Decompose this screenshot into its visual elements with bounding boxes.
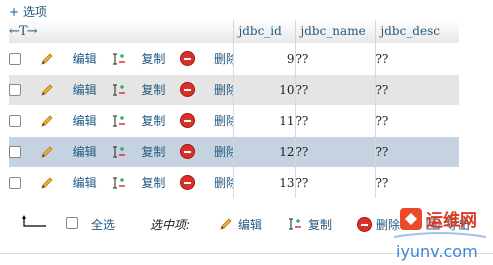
copy-icon[interactable] xyxy=(112,114,126,128)
cell-jdbc-name: ?? xyxy=(294,104,375,136)
cell-jdbc-desc: ?? xyxy=(374,135,459,167)
cell-jdbc-desc: ?? xyxy=(374,166,459,198)
row-checkbox[interactable] xyxy=(9,114,21,127)
column-header-jdbc-desc[interactable]: jdbc_desc xyxy=(374,20,459,43)
pencil-icon[interactable] xyxy=(40,52,54,66)
row-actions: 编辑 复制 删除 xyxy=(9,166,233,198)
select-all-checkbox[interactable] xyxy=(66,217,78,229)
pencil-icon[interactable] xyxy=(40,83,54,97)
cell-jdbc-id: 10 xyxy=(232,73,295,105)
row-actions: 编辑 复制 删除 xyxy=(9,73,233,105)
cell-jdbc-name: ?? xyxy=(294,73,375,105)
copy-link[interactable]: 复制 xyxy=(141,145,165,159)
column-arrows-icon[interactable]: ←T→ xyxy=(9,24,37,39)
delete-link[interactable]: 删除 xyxy=(214,52,233,66)
footer-copy-button[interactable]: 复制 xyxy=(308,216,332,233)
cell-jdbc-name: ?? xyxy=(294,135,375,167)
column-header-jdbc-name[interactable]: jdbc_name xyxy=(294,20,375,43)
delete-link[interactable]: 删除 xyxy=(214,176,233,190)
with-selected-label: 选中项: xyxy=(150,218,191,232)
table-row[interactable]: 编辑 复制 删除 12 ?? ?? xyxy=(9,135,459,167)
edit-link[interactable]: 编辑 xyxy=(73,145,97,159)
edit-link[interactable]: 编辑 xyxy=(73,52,97,66)
copy-link[interactable]: 复制 xyxy=(141,83,165,97)
table-row[interactable]: 编辑 复制 删除 10 ?? ?? xyxy=(9,73,459,105)
edit-link[interactable]: 编辑 xyxy=(73,176,97,190)
row-actions: 编辑 复制 删除 xyxy=(9,42,233,74)
row-checkbox[interactable] xyxy=(9,145,21,158)
column-arrows-header[interactable]: ←T→ ▼ xyxy=(9,20,233,43)
table-row[interactable]: 编辑 复制 删除 11 ?? ?? xyxy=(9,104,459,136)
footer-edit-button[interactable]: 编辑 xyxy=(238,216,262,233)
copy-link[interactable]: 复制 xyxy=(141,52,165,66)
delete-icon[interactable] xyxy=(357,217,372,232)
cell-jdbc-desc: ?? xyxy=(374,104,459,136)
cell-jdbc-name: ?? xyxy=(294,42,375,74)
watermark-logo: 运维网 iyunv.com xyxy=(393,208,487,261)
copy-icon[interactable] xyxy=(112,176,126,190)
row-checkbox[interactable] xyxy=(9,83,21,96)
cell-jdbc-name: ?? xyxy=(294,166,375,198)
cell-jdbc-desc: ?? xyxy=(374,73,459,105)
row-checkbox[interactable] xyxy=(9,176,21,189)
pencil-icon[interactable] xyxy=(40,114,54,128)
edit-link[interactable]: 编辑 xyxy=(73,83,97,97)
column-header-jdbc-id[interactable]: jdbc_id xyxy=(232,20,295,43)
row-checkbox[interactable] xyxy=(9,52,21,65)
delete-icon[interactable] xyxy=(180,144,196,159)
table-row[interactable]: 编辑 复制 删除 9 ?? ?? xyxy=(9,42,459,74)
delete-icon[interactable] xyxy=(180,51,196,66)
copy-icon[interactable] xyxy=(112,52,126,66)
delete-icon[interactable] xyxy=(180,82,196,97)
copy-link[interactable]: 复制 xyxy=(141,176,165,190)
cell-jdbc-id: 12 xyxy=(232,135,295,167)
copy-icon[interactable] xyxy=(112,145,126,159)
copy-link[interactable]: 复制 xyxy=(141,114,165,128)
check-all-arrow-icon xyxy=(22,215,46,227)
results-table: ←T→ ▼ jdbc_id jdbc_name jdbc_desc 编辑 复制 … xyxy=(9,20,459,198)
pencil-icon[interactable] xyxy=(40,145,54,159)
watermark-url: iyunv.com xyxy=(396,242,478,261)
edit-link[interactable]: 编辑 xyxy=(73,114,97,128)
cell-jdbc-desc: ?? xyxy=(374,42,459,74)
delete-icon[interactable] xyxy=(180,113,196,128)
copy-icon[interactable] xyxy=(288,217,302,231)
table-row[interactable]: 编辑 复制 删除 13 ?? ?? xyxy=(9,166,459,198)
pencil-icon[interactable] xyxy=(40,176,54,190)
cell-jdbc-id: 13 xyxy=(232,166,295,198)
delete-link[interactable]: 删除 xyxy=(214,114,233,128)
options-toggle[interactable]: + 选项 xyxy=(9,3,47,20)
delete-icon[interactable] xyxy=(180,175,196,191)
delete-link[interactable]: 删除 xyxy=(214,145,233,159)
select-all-label[interactable]: 全选 xyxy=(91,216,115,233)
copy-icon[interactable] xyxy=(112,83,126,97)
pencil-icon[interactable] xyxy=(219,217,233,231)
row-actions: 编辑 复制 删除 xyxy=(9,104,233,136)
cell-jdbc-id: 9 xyxy=(232,42,295,74)
watermark-brand: 运维网 xyxy=(426,210,477,231)
table-header-row: ←T→ ▼ jdbc_id jdbc_name jdbc_desc xyxy=(9,20,459,43)
options-label[interactable]: + 选项 xyxy=(9,5,47,19)
cell-jdbc-id: 11 xyxy=(232,104,295,136)
row-actions: 编辑 复制 删除 xyxy=(9,135,233,167)
delete-link[interactable]: 删除 xyxy=(214,83,233,97)
